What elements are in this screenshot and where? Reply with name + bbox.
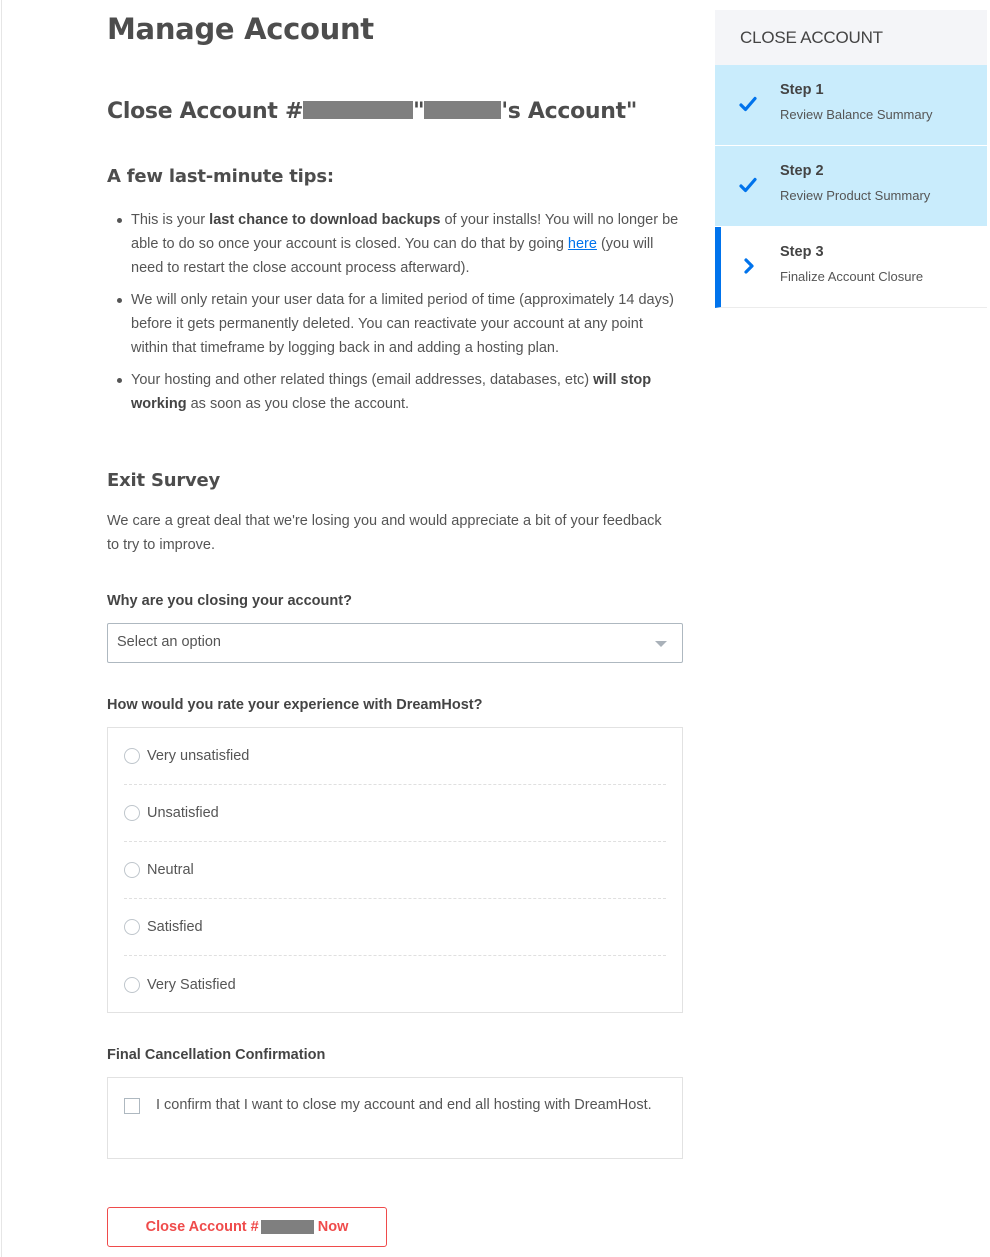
exit-survey-description: We care a great deal that we're losing y…: [107, 513, 662, 553]
rating-radio-group: Very unsatisfied Unsatisfied Neutral Sat…: [107, 727, 683, 1013]
close-heading-quote: ": [413, 99, 425, 124]
rating-option-satisfied[interactable]: Satisfied: [124, 899, 666, 956]
radio-label: Unsatisfied: [147, 805, 219, 821]
redacted-account-number: [260, 1220, 314, 1234]
step-title: Step 2: [780, 163, 824, 179]
confirm-checkbox[interactable]: [124, 1098, 140, 1114]
tip-item: We will only retain your user data for a…: [107, 288, 683, 360]
rating-option-unsatisfied[interactable]: Unsatisfied: [124, 785, 666, 842]
close-button-prefix: Close Account #: [145, 1219, 259, 1235]
step-title: Step 1: [780, 82, 824, 98]
tip-item: This is your last chance to download bac…: [107, 208, 683, 280]
reason-label: Why are you closing your account?: [107, 593, 352, 609]
tips-list: This is your last chance to download bac…: [107, 208, 683, 424]
tip-item: Your hosting and other related things (e…: [107, 368, 683, 416]
sidebar-step-3[interactable]: Step 3 Finalize Account Closure: [715, 227, 987, 308]
backups-here-link[interactable]: here: [568, 236, 597, 252]
step-description: Review Product Summary: [780, 188, 931, 203]
close-button-suffix: Now: [317, 1219, 349, 1235]
step-title: Step 3: [780, 244, 824, 260]
tips-heading: A few last-minute tips:: [107, 166, 334, 187]
reason-select[interactable]: Select an option: [107, 623, 683, 663]
confirmation-label: Final Cancellation Confirmation: [107, 1047, 326, 1063]
rating-option-very-unsatisfied[interactable]: Very unsatisfied: [124, 728, 666, 785]
tip-text: This is your: [131, 212, 210, 228]
chevron-right-icon: [744, 258, 754, 274]
page-left-border: [1, 0, 2, 1257]
step-description: Finalize Account Closure: [780, 269, 924, 284]
radio-button[interactable]: [124, 976, 140, 993]
close-heading-prefix: Close Account #: [107, 99, 304, 124]
rating-option-neutral[interactable]: Neutral: [124, 842, 666, 899]
tip-text: as soon as you close the account.: [186, 396, 410, 412]
radio-button[interactable]: [124, 919, 140, 935]
radio-label: Very Satisfied: [147, 976, 236, 993]
step-description: Review Balance Summary: [780, 107, 933, 122]
close-account-steps-sidebar: CLOSE ACCOUNT Step 1 Review Balance Summ…: [715, 10, 987, 308]
exit-survey-heading: Exit Survey: [107, 470, 221, 491]
close-heading-suffix: 's Account": [501, 99, 638, 124]
confirmation-box: I confirm that I want to close my accoun…: [107, 1077, 683, 1159]
confirm-checkbox-label[interactable]: I confirm that I want to close my accoun…: [156, 1093, 656, 1117]
checkmark-icon: [739, 177, 757, 193]
chevron-down-icon: [655, 641, 667, 647]
reason-select-value: Select an option: [117, 634, 221, 650]
close-account-now-button[interactable]: Close Account # Now: [107, 1207, 387, 1247]
close-account-heading: Close Account # " 's Account": [107, 99, 637, 124]
sidebar-heading: CLOSE ACCOUNT: [715, 10, 987, 65]
tip-bold-text: last chance to download backups: [209, 212, 441, 228]
tip-text: We will only retain your user data for a…: [131, 292, 674, 356]
radio-button[interactable]: [124, 805, 140, 821]
radio-label: Very unsatisfied: [147, 748, 250, 764]
sidebar-step-1[interactable]: Step 1 Review Balance Summary: [715, 65, 987, 146]
radio-label: Neutral: [147, 862, 194, 878]
radio-button[interactable]: [124, 862, 140, 878]
rating-label: How would you rate your experience with …: [107, 697, 483, 713]
checkmark-icon: [739, 96, 757, 112]
radio-label: Satisfied: [147, 919, 203, 935]
redacted-account-name: [424, 101, 502, 119]
radio-button[interactable]: [124, 748, 140, 764]
tip-text: Your hosting and other related things (e…: [131, 372, 594, 388]
redacted-account-number: [303, 101, 414, 119]
page-title: Manage Account: [107, 12, 374, 46]
sidebar-step-2[interactable]: Step 2 Review Product Summary: [715, 146, 987, 227]
rating-option-very-satisfied[interactable]: Very Satisfied: [124, 956, 666, 1013]
